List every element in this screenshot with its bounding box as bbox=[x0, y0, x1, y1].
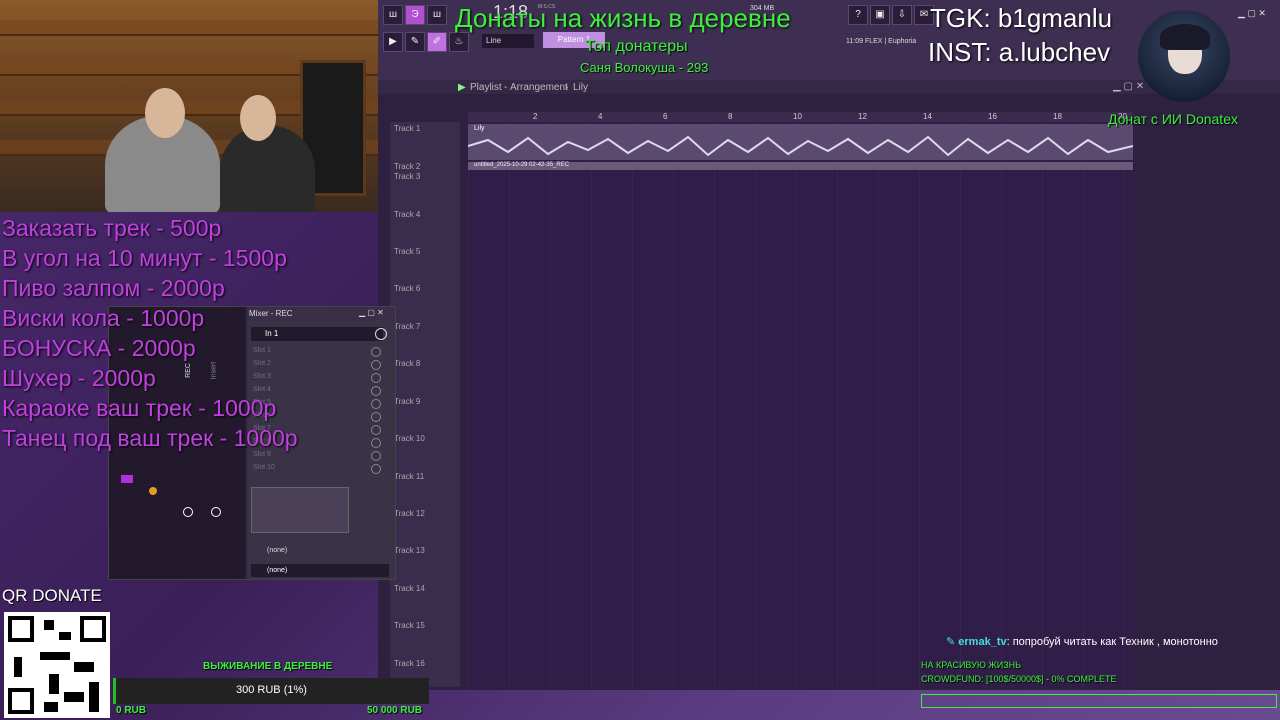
track-label[interactable]: Track 5 bbox=[394, 247, 420, 256]
menu-button-2[interactable]: ш bbox=[427, 5, 447, 25]
playlist-header: ▶ Playlist - Arrangement › Lily ▁ ▢ ✕ bbox=[378, 80, 1280, 94]
audio-clip[interactable]: Lily bbox=[468, 124, 1133, 160]
recording-clip[interactable]: untitled_2025-10-29 02-42-35_REC bbox=[468, 162, 1133, 170]
track-label[interactable]: Track 1 bbox=[394, 124, 420, 133]
chevron-right-icon: › bbox=[565, 82, 569, 93]
track-label[interactable]: Track 4 bbox=[394, 210, 420, 219]
price-item: Заказать трек - 500р bbox=[2, 215, 222, 241]
export-icon[interactable]: ⇩ bbox=[892, 5, 912, 25]
instagram-handle: INST: a.lubchev bbox=[928, 37, 1111, 67]
track-label[interactable]: Track 16 bbox=[394, 659, 425, 668]
window-controls[interactable]: ▁ ▢ ✕ bbox=[1238, 8, 1266, 19]
chat-message: ✎ ermak_tv: попробуй читать как Техник ,… bbox=[946, 635, 1218, 648]
knob[interactable] bbox=[211, 507, 221, 517]
crowdfund-progress-bar bbox=[921, 694, 1277, 708]
track-label[interactable]: Track 14 bbox=[394, 584, 425, 593]
chat-icon: ✎ bbox=[946, 636, 956, 648]
webcam-feed bbox=[0, 0, 378, 212]
playlist-area: 2 4 6 8 10 12 14 16 18 20 Track 1 Track … bbox=[378, 94, 1280, 690]
track-label[interactable]: Track 2 bbox=[394, 162, 420, 171]
breadcrumb-lily[interactable]: Lily bbox=[573, 82, 588, 93]
track-label[interactable]: Track 12 bbox=[394, 509, 425, 518]
track-label[interactable]: Track 11 bbox=[394, 472, 424, 481]
track-label[interactable]: Track 6 bbox=[394, 284, 420, 293]
crowdfund-status: CROWDFUND: [100$/50000$] - 0% COMPLETE bbox=[921, 674, 1117, 684]
avatar bbox=[1138, 10, 1230, 102]
track-label[interactable]: Track 15 bbox=[394, 621, 425, 630]
clip-name: untitled_2025-10-29 02-42-35_REC bbox=[474, 162, 570, 168]
price-item: Караоке ваш трек - 1000р bbox=[2, 395, 277, 421]
breadcrumb-sep: - bbox=[504, 82, 508, 93]
progress-text: 300 RUB (1%) bbox=[236, 684, 307, 696]
help-icon[interactable]: ? bbox=[848, 5, 868, 25]
track-label[interactable]: Track 10 bbox=[394, 434, 425, 443]
price-item: В угол на 10 минут - 1500р bbox=[2, 245, 287, 271]
brush-icon[interactable]: ✎ bbox=[405, 32, 425, 52]
eq-display[interactable] bbox=[251, 487, 349, 533]
survival-label: ВЫЖИВАНИЕ В ДЕРЕВНЕ bbox=[203, 661, 333, 672]
track-label[interactable]: Track 13 bbox=[394, 546, 425, 555]
price-item: Пиво залпом - 2000р bbox=[2, 275, 225, 301]
breadcrumb-arrangement[interactable]: Arrangement bbox=[510, 82, 568, 93]
price-item: Виски кола - 1000р bbox=[2, 305, 205, 331]
chat-user: ermak_tv bbox=[958, 636, 1007, 648]
pencil-icon[interactable]: ✐ bbox=[427, 32, 447, 52]
crowdfund-title: НА КРАСИВУЮ ЖИЗНЬ bbox=[921, 660, 1022, 670]
stream-title: Донаты на жизнь в деревне bbox=[455, 3, 791, 33]
track-label[interactable]: Track 7 bbox=[394, 322, 420, 331]
ai-donate-label: Донат с ИИ Donatex bbox=[1108, 111, 1238, 127]
clock-icon[interactable] bbox=[375, 328, 387, 340]
track-label[interactable]: Track 8 bbox=[394, 359, 420, 368]
mixer-window-controls[interactable]: ▁ ▢ ✕ bbox=[359, 308, 384, 317]
knob[interactable] bbox=[149, 487, 157, 495]
play-icon[interactable]: ▶ bbox=[383, 32, 403, 52]
track-label[interactable]: Track 9 bbox=[394, 397, 420, 406]
price-item: БОНУСКА - 2000р bbox=[2, 335, 196, 361]
progress-min: 0 RUB bbox=[116, 705, 147, 716]
meter bbox=[121, 475, 133, 483]
fl-studio-window: ш Э ш ▶ ✎ ✐ ♨ Line Pattern 1 1:18 M:S:CS… bbox=[378, 0, 1280, 690]
route-select[interactable]: (none) bbox=[267, 547, 287, 554]
clip-name: Lily bbox=[474, 125, 485, 132]
qr-code[interactable] bbox=[4, 612, 110, 718]
qr-label: QR DONATE bbox=[2, 586, 102, 605]
top-donator: Саня Волокуша - 293 bbox=[580, 60, 709, 75]
snap-select[interactable]: Line bbox=[482, 34, 534, 48]
playlist-grid[interactable] bbox=[468, 122, 1133, 687]
price-item: Шухер - 2000р bbox=[2, 365, 156, 391]
stamp-icon[interactable]: ♨ bbox=[449, 32, 469, 52]
telegram-handle: TGK: b1gmanlu bbox=[930, 3, 1113, 33]
fx-slot[interactable]: Slot 10 bbox=[253, 464, 381, 475]
price-item: Танец под ваш трек - 1000р bbox=[2, 425, 298, 451]
playlist-window-controls[interactable]: ▁ ▢ ✕ bbox=[1113, 81, 1144, 92]
save-icon[interactable]: ▣ bbox=[870, 5, 890, 25]
playlist-icon: ▶ bbox=[458, 82, 466, 93]
price-list: Заказать трек - 500р В угол на 10 минут … bbox=[2, 213, 298, 453]
progress-max: 50 000 RUB bbox=[367, 705, 423, 716]
route-select-2[interactable]: (none) bbox=[251, 564, 389, 577]
track-label[interactable]: Track 3 bbox=[394, 172, 420, 181]
chat-text: : попробуй читать как Техник , монотонно bbox=[1006, 636, 1218, 648]
step-button[interactable]: Э bbox=[405, 5, 425, 25]
waveform bbox=[468, 135, 1133, 157]
track-list: Track 1 Track 2 Track 3 Track 4 Track 5 … bbox=[390, 122, 460, 687]
timeline-ruler[interactable]: 2 4 6 8 10 12 14 16 18 20 bbox=[468, 112, 1133, 122]
donation-progress-fill bbox=[113, 678, 117, 704]
top-donators-label: Топ донатеры bbox=[585, 38, 688, 55]
breadcrumb-playlist[interactable]: Playlist bbox=[470, 82, 502, 93]
plugin-info: 11:09 FLEX | Euphoria bbox=[846, 38, 917, 45]
knob[interactable] bbox=[183, 507, 193, 517]
menu-button[interactable]: ш bbox=[383, 5, 403, 25]
